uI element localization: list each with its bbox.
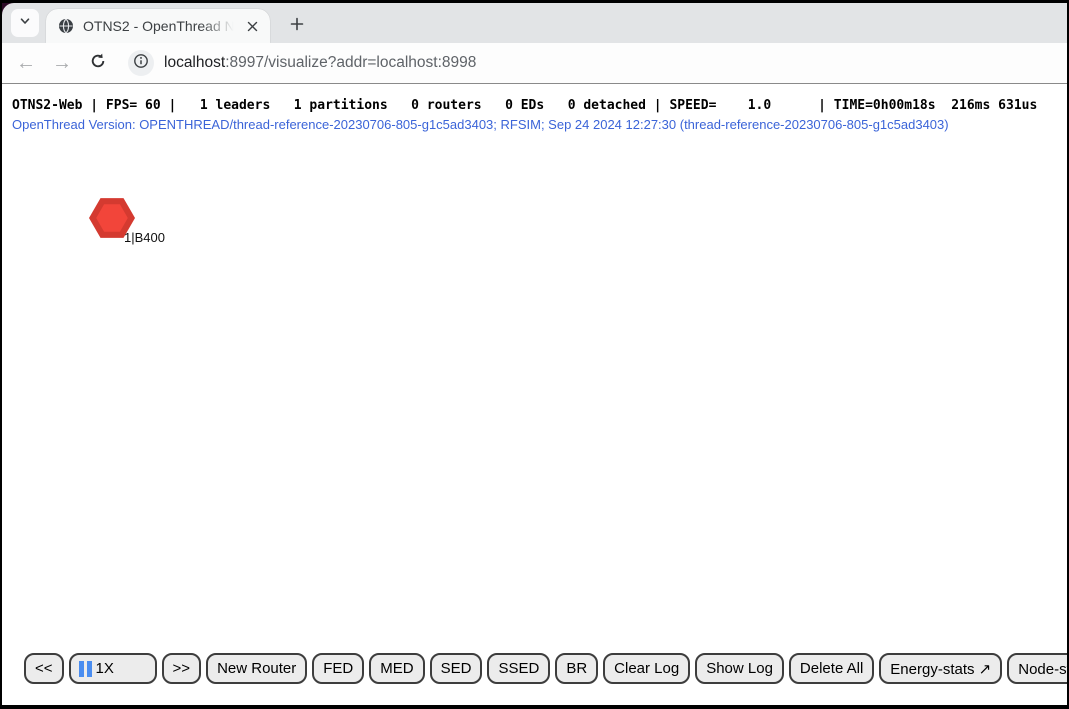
show-log-button[interactable]: Show Log xyxy=(695,653,784,684)
action-toolbar: << 1X >> New Router FED MED SED SSED xyxy=(24,653,1069,684)
openthread-version-link[interactable]: OpenThread Version: OPENTHREAD/thread-re… xyxy=(12,117,1067,132)
pause-icon xyxy=(79,661,92,677)
reload-icon xyxy=(89,52,107,75)
url-text[interactable]: localhost:8997/visualize?addr=localhost:… xyxy=(164,43,476,83)
new-tab-button[interactable] xyxy=(283,10,311,38)
new-fed-button[interactable]: FED xyxy=(312,653,364,684)
url-host: localhost xyxy=(164,54,225,72)
globe-favicon-icon xyxy=(58,18,74,34)
energy-stats-button[interactable]: Energy-stats ↗ xyxy=(879,653,1002,684)
speed-down-button[interactable]: << xyxy=(24,653,64,684)
new-sed-button[interactable]: SED xyxy=(430,653,483,684)
otns-visualizer-page: OTNS2-Web | FPS= 60 | 1 leaders 1 partit… xyxy=(2,85,1067,705)
delete-all-button[interactable]: Delete All xyxy=(789,653,874,684)
pause-speed-button[interactable]: 1X xyxy=(69,653,157,684)
new-ssed-button[interactable]: SSED xyxy=(487,653,550,684)
simulation-status-line: OTNS2-Web | FPS= 60 | 1 leaders 1 partit… xyxy=(12,98,1067,113)
node-stats-button[interactable]: Node-stats ↗ xyxy=(1007,653,1069,684)
browser-window: OTNS2 - OpenThread Ne ← → xyxy=(0,0,1069,709)
node-label: 1|B400 xyxy=(124,230,165,245)
browser-tab[interactable]: OTNS2 - OpenThread Ne xyxy=(46,9,270,43)
reload-button[interactable] xyxy=(84,49,112,77)
forward-arrow-icon: → xyxy=(52,53,72,73)
new-br-button[interactable]: BR xyxy=(555,653,598,684)
chevron-down-icon xyxy=(18,14,32,33)
tab-title: OTNS2 - OpenThread Ne xyxy=(83,18,235,34)
tab-search-button[interactable] xyxy=(11,9,39,37)
address-bar: ← → localhost:8997/visualize?addr=lo xyxy=(2,43,1067,84)
clear-log-button[interactable]: Clear Log xyxy=(603,653,690,684)
site-info-button[interactable] xyxy=(128,50,154,76)
speed-value: 1X xyxy=(96,660,114,677)
info-icon xyxy=(133,53,149,74)
tab-close-icon[interactable] xyxy=(242,16,262,36)
new-router-button[interactable]: New Router xyxy=(206,653,307,684)
url-path: :8997/visualize?addr=localhost:8998 xyxy=(225,54,476,72)
back-arrow-icon: ← xyxy=(16,53,36,73)
speed-up-button[interactable]: >> xyxy=(162,653,202,684)
tab-strip: OTNS2 - OpenThread Ne xyxy=(2,3,1067,43)
back-button[interactable]: ← xyxy=(12,49,40,77)
forward-button[interactable]: → xyxy=(48,49,76,77)
new-med-button[interactable]: MED xyxy=(369,653,424,684)
